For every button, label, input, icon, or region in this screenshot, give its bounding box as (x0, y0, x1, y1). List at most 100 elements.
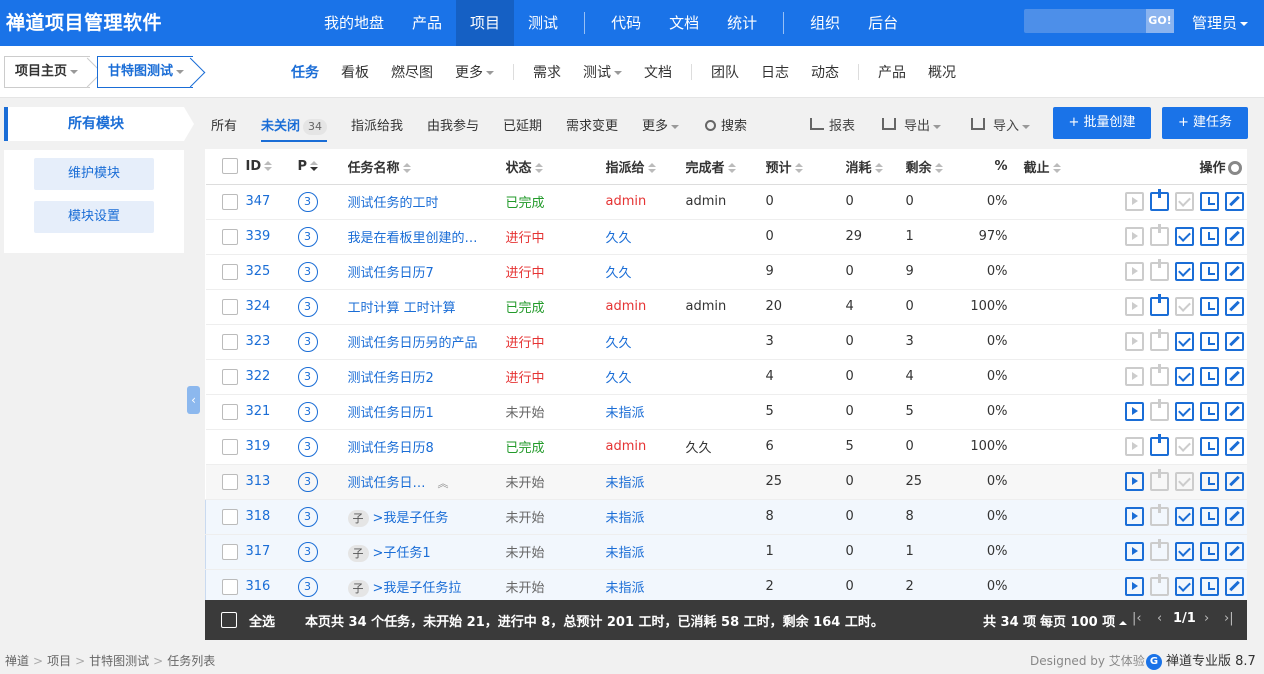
filter-story-changed[interactable]: 需求变更 (566, 115, 618, 134)
sidebar-toggle-chevron-left-icon[interactable]: ‹ (187, 386, 200, 414)
task-id[interactable]: 325 (246, 264, 271, 279)
next-page-icon[interactable]: › (1204, 611, 1209, 626)
log-icon[interactable] (1199, 227, 1219, 246)
header-finisher[interactable]: 完成者 (685, 149, 766, 185)
edit-icon[interactable] (1224, 402, 1244, 421)
record-hours-icon[interactable] (1149, 259, 1169, 281)
header-assigned[interactable]: 指派给 (605, 149, 686, 185)
row-checkbox[interactable] (222, 508, 238, 525)
version-info[interactable]: G 禅道专业版 8.7 (1146, 650, 1256, 670)
all-modules-header[interactable]: 所有模块 (4, 107, 194, 141)
edit-icon[interactable] (1224, 472, 1244, 491)
module-settings-button[interactable]: 模块设置 (34, 201, 154, 233)
task-name-link[interactable]: 工时计算 工时计算 (348, 301, 456, 316)
breadcrumb-item[interactable]: 项目 (47, 654, 71, 668)
prev-page-icon[interactable]: ‹ (1157, 611, 1162, 626)
finish-icon[interactable] (1174, 332, 1194, 351)
edit-icon[interactable] (1224, 192, 1244, 211)
header-consumed[interactable]: 消耗 (845, 149, 906, 185)
edit-icon[interactable] (1224, 262, 1244, 281)
record-hours-icon[interactable] (1149, 364, 1169, 386)
log-icon[interactable] (1199, 297, 1219, 316)
main-nav-item[interactable]: 文档 (655, 0, 713, 46)
task-id[interactable]: 323 (246, 334, 271, 349)
sub-nav-item[interactable]: 团队 (700, 62, 750, 82)
main-nav-item[interactable]: 后台 (854, 0, 912, 46)
table-row[interactable]: 322 3 测试任务日历2 进行中 久久 4 0 4 0% (205, 359, 1247, 395)
task-name-link[interactable]: 测试任务日历7 (348, 266, 434, 281)
row-checkbox[interactable] (221, 333, 238, 350)
filter-assigned-to-me[interactable]: 指派给我 (351, 115, 403, 134)
assign-to-link[interactable]: 未指派 (606, 476, 645, 491)
filter-unclosed[interactable]: 未关闭 34 (261, 115, 328, 142)
start-icon[interactable] (1124, 297, 1144, 316)
start-icon[interactable] (1124, 332, 1144, 351)
first-page-icon[interactable]: |‹ (1132, 611, 1142, 626)
task-name-link[interactable]: 测试任务日历1 (348, 406, 434, 421)
table-row[interactable]: 321 3 测试任务日历1 未开始 未指派 5 0 5 0% (205, 394, 1247, 430)
table-row[interactable]: 317 3 子 >子任务1 未开始 未指派 1 0 1 0% (205, 534, 1247, 570)
record-hours-icon[interactable] (1149, 294, 1169, 316)
sub-nav-item[interactable]: 动态 (800, 62, 850, 82)
row-checkbox[interactable] (221, 403, 238, 420)
header-name[interactable]: 任务名称 (347, 149, 506, 185)
sub-nav-item[interactable]: 产品 (867, 62, 917, 82)
filter-delayed[interactable]: 已延期 (503, 115, 542, 134)
footer-select-all-label[interactable]: 全选 (249, 611, 275, 630)
collapse-children-icon[interactable]: ︽ (438, 475, 449, 491)
project-select-crumb[interactable]: 甘特图测试 (97, 56, 193, 88)
assign-to-link[interactable]: 久久 (606, 371, 632, 386)
main-nav-item[interactable]: 测试 (514, 0, 572, 46)
record-hours-icon[interactable] (1149, 539, 1169, 561)
finish-icon[interactable] (1174, 542, 1194, 561)
row-checkbox[interactable] (221, 228, 238, 245)
header-checkbox[interactable] (221, 158, 238, 175)
main-nav-item[interactable]: 组织 (796, 0, 854, 46)
finish-icon[interactable] (1174, 192, 1194, 211)
task-id[interactable]: 316 (246, 579, 271, 594)
table-row[interactable]: 324 3 工时计算 工时计算 已完成 admin admin 20 4 0 100% (205, 289, 1247, 325)
start-icon[interactable] (1124, 402, 1144, 421)
row-checkbox[interactable] (222, 578, 238, 595)
main-nav-item[interactable]: 产品 (398, 0, 456, 46)
table-row[interactable]: 319 3 测试任务日历8 已完成 admin 久久 6 5 0 100% (205, 429, 1247, 465)
assign-to-link[interactable]: 久久 (606, 231, 632, 246)
designed-by[interactable]: Designed by 艾体验 (1030, 652, 1145, 669)
row-checkbox[interactable] (221, 473, 238, 490)
log-icon[interactable] (1199, 507, 1219, 526)
breadcrumb-item[interactable]: 甘特图测试 (89, 654, 149, 668)
header-status[interactable]: 状态 (505, 149, 606, 185)
finish-icon[interactable] (1174, 402, 1194, 421)
task-id[interactable]: 347 (246, 194, 271, 209)
task-id[interactable]: 322 (246, 369, 271, 384)
search-toggle[interactable]: 搜索 (705, 115, 747, 134)
assign-to-link[interactable]: admin (606, 299, 647, 314)
row-checkbox[interactable] (221, 298, 238, 315)
task-id[interactable]: 321 (246, 404, 271, 419)
task-id[interactable]: 313 (246, 474, 271, 489)
log-icon[interactable] (1199, 262, 1219, 281)
main-nav-item[interactable]: 我的地盘 (310, 0, 398, 46)
log-icon[interactable] (1199, 577, 1219, 596)
finish-icon[interactable] (1174, 472, 1194, 491)
filter-involved[interactable]: 由我参与 (427, 115, 479, 134)
row-checkbox[interactable] (221, 368, 238, 385)
row-checkbox[interactable] (221, 193, 238, 210)
edit-icon[interactable] (1224, 332, 1244, 351)
batch-create-button[interactable]: + 批量创建 (1053, 107, 1151, 139)
create-task-button[interactable]: + 建任务 (1162, 107, 1248, 139)
start-icon[interactable] (1124, 507, 1144, 526)
report-button[interactable]: 报表 (810, 115, 855, 134)
task-id[interactable]: 324 (246, 299, 271, 314)
start-icon[interactable] (1124, 542, 1144, 561)
task-name-link[interactable]: 测试任务日历2 (348, 371, 434, 386)
task-id[interactable]: 317 (246, 544, 271, 559)
finish-icon[interactable] (1174, 577, 1194, 596)
log-icon[interactable] (1199, 402, 1219, 421)
edit-icon[interactable] (1224, 227, 1244, 246)
sub-nav-item[interactable]: 燃尽图 (380, 62, 444, 82)
record-hours-icon[interactable] (1149, 189, 1169, 211)
table-row[interactable]: 313 3 测试任务日… ︽ 未开始 未指派 25 0 25 0% (205, 464, 1247, 500)
assign-to-link[interactable]: 久久 (606, 266, 632, 281)
task-id[interactable]: 318 (246, 509, 271, 524)
